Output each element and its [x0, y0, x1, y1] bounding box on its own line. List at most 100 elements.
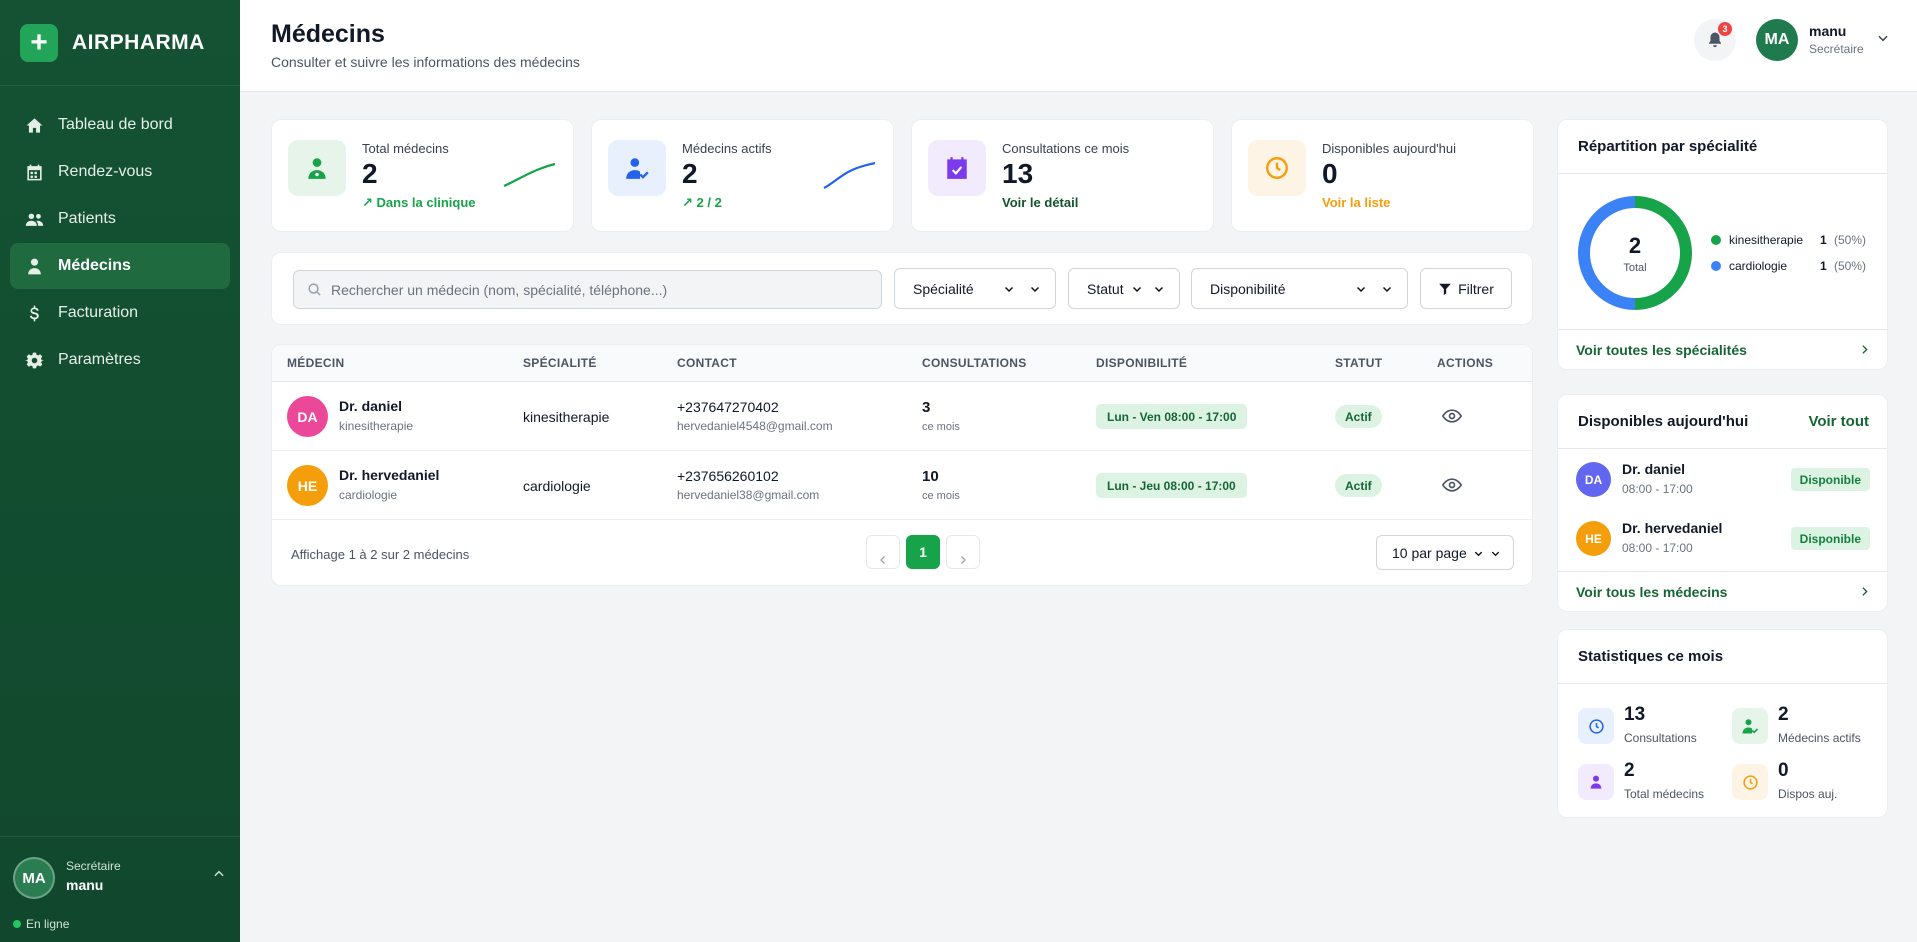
chevron-left-icon [880, 556, 885, 564]
plus-logo-icon: + [20, 23, 58, 62]
header-user-role: Secrétaire [1809, 42, 1864, 56]
notifications-button[interactable]: 3 [1694, 19, 1736, 61]
view-all-doctors-link[interactable]: Voir tous les médecins [1558, 571, 1887, 611]
donut-total-label: Total [1623, 262, 1646, 274]
sidebar-item-settings[interactable]: Paramètres [10, 337, 230, 383]
calendar-check-icon [928, 140, 986, 196]
legend-count: 1 [1820, 233, 1827, 247]
chevron-down-icon [1132, 286, 1142, 293]
legend-percent: (50%) [1834, 233, 1867, 247]
list-item[interactable]: HE Dr. hervedaniel 08:00 - 17:00 Disponi… [1558, 509, 1887, 567]
table-row[interactable]: DA Dr. daniel kinesitherapie kinesithera… [272, 382, 1532, 451]
next-page-button[interactable] [946, 535, 980, 569]
stat-footer-text: Dans la clinique [376, 195, 476, 210]
column-header[interactable]: SPÉCIALITÉ [523, 356, 597, 370]
list-item[interactable]: DA Dr. daniel 08:00 - 17:00 Disponible [1558, 450, 1887, 508]
sidebar-item-dashboard[interactable]: Tableau de bord [10, 102, 230, 148]
notification-count-badge: 3 [1718, 22, 1732, 36]
chevron-down-icon [1004, 286, 1014, 293]
column-header[interactable]: CONSULTATIONS [922, 356, 1027, 370]
stat-card-total-doctors: Total médecins 2 ↗ Dans la clinique [271, 119, 574, 232]
page-title: Médecins [271, 20, 385, 48]
view-all-specialties-link[interactable]: Voir toutes les spécialités [1558, 329, 1887, 369]
doctors-table: MÉDECIN SPÉCIALITÉ CONTACT CONSULTATIONS… [271, 344, 1533, 586]
chevron-down-icon [1154, 286, 1164, 293]
per-page-select[interactable]: 10 par page [1376, 535, 1514, 570]
doctor-icon [24, 256, 44, 276]
trend-up-icon: ↗ [362, 195, 377, 210]
chevron-down-icon [1382, 286, 1392, 293]
stat-card-active-doctors: Médecins actifs 2 ↗ 2 / 2 [591, 119, 894, 232]
chevron-right-icon [1862, 587, 1868, 596]
link-label: Voir tous les médecins [1576, 583, 1728, 600]
available-badge: Disponible [1790, 468, 1870, 491]
sidebar-item-billing[interactable]: Facturation [10, 290, 230, 336]
filter-button[interactable]: Filtrer [1420, 268, 1512, 309]
search-icon [308, 283, 321, 296]
column-header[interactable]: STATUT [1335, 356, 1382, 370]
view-list-link[interactable]: Voir la liste [1322, 195, 1390, 210]
sidebar-item-appointments[interactable]: Rendez-vous [10, 149, 230, 195]
header-avatar[interactable]: MA [1756, 19, 1798, 61]
prev-page-button[interactable] [866, 535, 900, 569]
column-header[interactable]: MÉDECIN [287, 356, 344, 370]
month-stat-total-doctors: 2 Total médecins [1578, 760, 1718, 808]
calendar-icon [24, 162, 44, 182]
header-user-name[interactable]: manu [1809, 23, 1846, 39]
stat-label: Disponibles aujourd'hui [1322, 141, 1457, 156]
status-select-label: Statut [1087, 280, 1124, 297]
sidebar-user-panel[interactable]: MA Secrétaire manu En ligne [0, 836, 240, 942]
chevron-right-icon [961, 556, 966, 564]
stat-value: 2 [682, 158, 698, 189]
search-placeholder: Rechercher un médecin (nom, spécialité, … [331, 281, 668, 298]
eye-icon[interactable] [1442, 406, 1462, 426]
brand[interactable]: + AIRPHARMA [0, 0, 240, 86]
sparkline-green [503, 162, 556, 187]
stat-value: 2 [1778, 704, 1789, 725]
search-input[interactable]: Rechercher un médecin (nom, spécialité, … [293, 270, 882, 309]
clock-icon [1732, 764, 1768, 800]
specialty-select[interactable]: Spécialité [894, 268, 1056, 309]
page-button[interactable]: 1 [906, 535, 940, 569]
sidebar-item-doctors[interactable]: Médecins [10, 243, 230, 289]
eye-icon[interactable] [1442, 475, 1462, 495]
consultations-count: 3 [922, 399, 931, 416]
doctor-name: Dr. hervedaniel [339, 467, 440, 483]
stat-label: Consultations ce mois [1002, 141, 1130, 156]
chevron-down-icon[interactable] [1876, 31, 1890, 50]
sidebar-item-label: Paramètres [58, 351, 141, 368]
pagination-summary: Affichage 1 à 2 sur 2 médecins [291, 547, 470, 562]
stat-value: 13 [1002, 158, 1034, 189]
column-header[interactable]: CONTACT [677, 356, 737, 370]
per-page-label: 10 par page [1392, 544, 1467, 561]
avatar: HE [287, 465, 328, 506]
status-select[interactable]: Statut [1068, 268, 1180, 309]
table-row[interactable]: HE Dr. hervedaniel cardiologie cardiolog… [272, 451, 1532, 520]
user-role: Secrétaire [66, 859, 121, 873]
stat-card-available-today: Disponibles aujourd'hui 0 Voir la liste [1231, 119, 1534, 232]
doctor-name: Dr. hervedaniel [1622, 520, 1723, 536]
chevron-up-icon[interactable] [212, 867, 226, 886]
column-header[interactable]: DISPONIBILITÉ [1096, 356, 1187, 370]
stat-label: Total médecins [1624, 787, 1705, 801]
card-header: Disponibles aujourd'hui Voir tout [1558, 395, 1887, 449]
stat-value: 0 [1322, 158, 1338, 189]
email-cell: hervedaniel4548@gmail.com [677, 419, 833, 433]
see-all-link[interactable]: Voir tout [1808, 413, 1869, 430]
sidebar-item-patients[interactable]: Patients [10, 196, 230, 242]
consultations-sub: ce mois [922, 490, 960, 502]
specialty-distribution-card: Répartition par spécialité 2 Total kines… [1557, 119, 1888, 370]
sidebar-item-label: Tableau de bord [58, 116, 173, 133]
specialty-cell: kinesitherapie [523, 409, 610, 425]
stat-value: 0 [1778, 760, 1789, 781]
availability-select[interactable]: Disponibilité [1191, 268, 1408, 309]
stat-label: Médecins actifs [682, 141, 772, 156]
clock-icon [1578, 708, 1614, 744]
phone-cell: +237656260102 [677, 468, 779, 484]
legend-dot [1711, 261, 1721, 271]
doctor-name: Dr. daniel [1622, 461, 1686, 477]
online-dot-icon [13, 920, 21, 928]
view-detail-link[interactable]: Voir le détail [1002, 195, 1078, 210]
card-title: Statistiques ce mois [1558, 630, 1887, 684]
stat-footer: ↗ Dans la clinique [362, 195, 476, 211]
